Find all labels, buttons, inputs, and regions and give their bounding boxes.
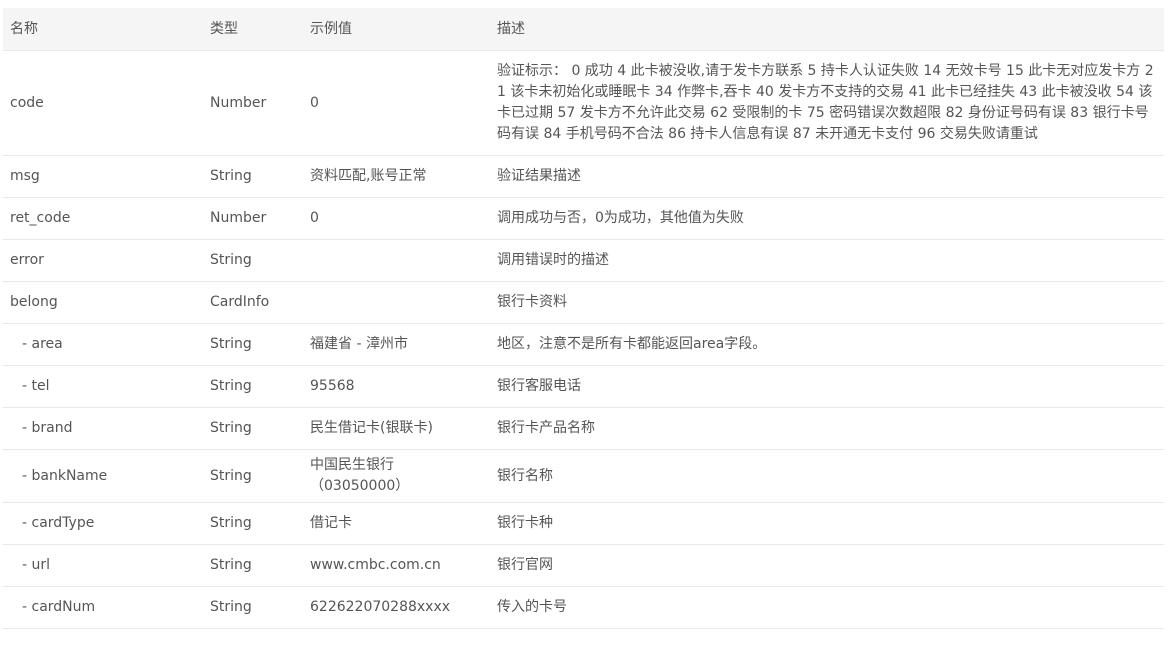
table-row: msg String 资料匹配,账号正常 验证结果描述 (3, 155, 1164, 198)
table-row: belong CardInfo 银行卡资料 (3, 281, 1164, 324)
field-type: String (202, 323, 302, 366)
field-desc: 调用错误时的描述 (489, 239, 1164, 282)
field-example: 0 (302, 50, 489, 156)
field-name: error (3, 239, 202, 282)
response-fields-table-container: 名称 类型 示例值 描述 code Number 0 验证标示： 0 成功 4 … (3, 8, 1164, 629)
field-type: String (202, 155, 302, 198)
field-name: belong (3, 281, 202, 324)
field-type: String (202, 365, 302, 408)
field-example: 0 (302, 197, 489, 240)
field-type: Number (202, 197, 302, 240)
header-name: 名称 (3, 8, 202, 51)
table-row: - cardType String 借记卡 银行卡种 (3, 502, 1164, 545)
header-desc: 描述 (489, 8, 1164, 51)
field-type: String (202, 544, 302, 587)
field-type: String (202, 586, 302, 629)
field-desc: 银行名称 (489, 449, 1164, 503)
field-example: 福建省 - 漳州市 (302, 323, 489, 366)
field-example: 622622070288xxxx (302, 586, 489, 629)
table-row: - bankName String 中国民生银行 （03050000） 银行名称 (3, 449, 1164, 503)
field-desc: 传入的卡号 (489, 586, 1164, 629)
table-row: - url String www.cmbc.com.cn 银行官网 (3, 544, 1164, 587)
field-name: msg (3, 155, 202, 198)
field-example-line: （03050000） (310, 478, 410, 494)
field-example: 中国民生银行 （03050000） (302, 449, 489, 503)
field-name: - cardNum (3, 586, 202, 629)
field-name: - brand (3, 407, 202, 450)
header-example: 示例值 (302, 8, 489, 51)
field-desc: 银行卡产品名称 (489, 407, 1164, 450)
field-example-line: 中国民生银行 (310, 457, 394, 473)
field-example (302, 239, 489, 282)
field-desc: 银行卡种 (489, 502, 1164, 545)
field-example: 95568 (302, 365, 489, 408)
field-name: - url (3, 544, 202, 587)
table-row: - cardNum String 622622070288xxxx 传入的卡号 (3, 586, 1164, 629)
field-type: String (202, 449, 302, 503)
field-name: - tel (3, 365, 202, 408)
table-row: code Number 0 验证标示： 0 成功 4 此卡被没收,请于发卡方联系… (3, 50, 1164, 156)
field-example: 资料匹配,账号正常 (302, 155, 489, 198)
field-desc: 验证标示： 0 成功 4 此卡被没收,请于发卡方联系 5 持卡人认证失败 14 … (489, 50, 1164, 156)
field-name: ret_code (3, 197, 202, 240)
field-example: www.cmbc.com.cn (302, 544, 489, 587)
header-type: 类型 (202, 8, 302, 51)
field-desc: 验证结果描述 (489, 155, 1164, 198)
table-row: - brand String 民生借记卡(银联卡) 银行卡产品名称 (3, 407, 1164, 450)
table-row: ret_code Number 0 调用成功与否，0为成功，其他值为失败 (3, 197, 1164, 240)
field-type: Number (202, 50, 302, 156)
field-type: CardInfo (202, 281, 302, 324)
table-header-row: 名称 类型 示例值 描述 (3, 8, 1164, 51)
field-example (302, 281, 489, 324)
field-type: String (202, 407, 302, 450)
field-name: - bankName (3, 449, 202, 503)
field-desc: 银行卡资料 (489, 281, 1164, 324)
response-fields-table: 名称 类型 示例值 描述 code Number 0 验证标示： 0 成功 4 … (3, 8, 1164, 629)
field-name: code (3, 50, 202, 156)
field-name: - cardType (3, 502, 202, 545)
field-type: String (202, 239, 302, 282)
field-desc: 银行官网 (489, 544, 1164, 587)
field-name: - area (3, 323, 202, 366)
field-type: String (202, 502, 302, 545)
table-row: error String 调用错误时的描述 (3, 239, 1164, 282)
field-example: 民生借记卡(银联卡) (302, 407, 489, 450)
field-desc: 银行客服电话 (489, 365, 1164, 408)
field-example: 借记卡 (302, 502, 489, 545)
table-row: - area String 福建省 - 漳州市 地区，注意不是所有卡都能返回ar… (3, 323, 1164, 366)
table-row: - tel String 95568 银行客服电话 (3, 365, 1164, 408)
field-desc: 调用成功与否，0为成功，其他值为失败 (489, 197, 1164, 240)
field-desc: 地区，注意不是所有卡都能返回area字段。 (489, 323, 1164, 366)
